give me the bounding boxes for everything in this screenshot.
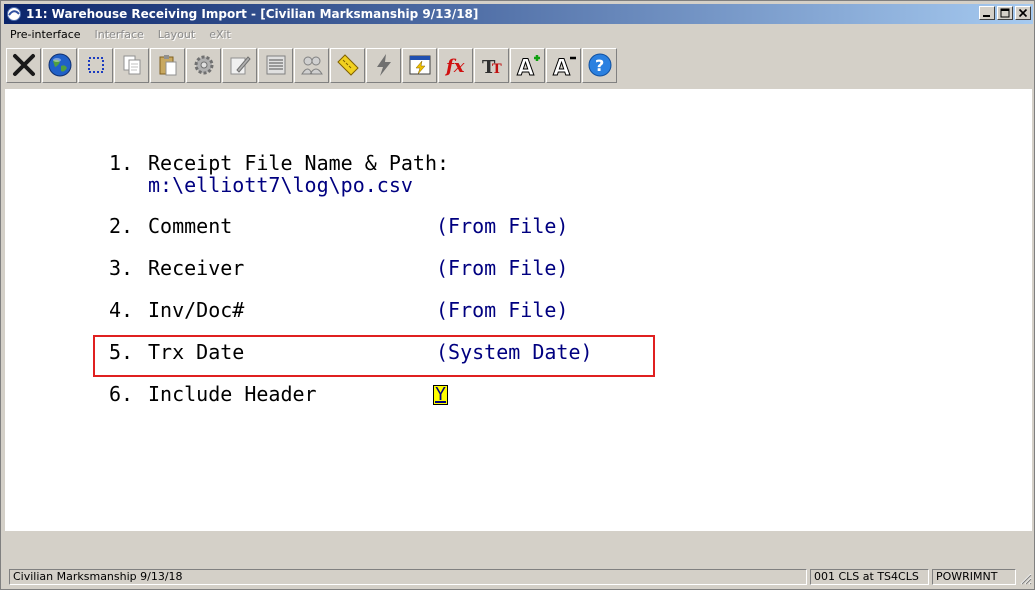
field-3-label: Receiver bbox=[148, 256, 245, 280]
resize-grip-icon[interactable] bbox=[1018, 571, 1032, 585]
field-1-label: Receipt File Name & Path: bbox=[148, 151, 450, 175]
globe-button[interactable] bbox=[42, 47, 77, 83]
include-header-input[interactable]: Y bbox=[433, 385, 448, 405]
close-x-icon bbox=[12, 54, 35, 76]
lightning-icon bbox=[376, 54, 391, 76]
status-program: POWRIMNT bbox=[932, 569, 1016, 585]
font-decrease-button[interactable]: A bbox=[546, 47, 581, 83]
maximize-button[interactable] bbox=[997, 6, 1013, 20]
svg-text:T: T bbox=[492, 62, 502, 77]
window-lightning-button[interactable] bbox=[402, 47, 437, 83]
receiver-value[interactable]: (From File) bbox=[436, 256, 568, 280]
paste-icon bbox=[159, 55, 176, 76]
font-decrease-icon: A bbox=[552, 56, 576, 78]
minimize-icon bbox=[983, 15, 990, 17]
fx-function-icon: fx bbox=[444, 56, 465, 77]
settings-gear-icon bbox=[194, 55, 213, 75]
menu-layout[interactable]: Layout bbox=[158, 28, 195, 41]
font-increase-button[interactable]: A bbox=[510, 47, 545, 83]
svg-text:A: A bbox=[553, 56, 570, 78]
field-3-number: 3. bbox=[109, 256, 134, 280]
svg-text:A: A bbox=[517, 56, 534, 78]
status-session: 001 CLS at TS4CLS bbox=[810, 569, 929, 585]
maximize-icon bbox=[1000, 8, 1010, 18]
list-icon bbox=[266, 55, 285, 75]
close-icon bbox=[1018, 8, 1028, 18]
trx-date-value[interactable]: (System Date) bbox=[436, 340, 593, 364]
field-4-number: 4. bbox=[109, 298, 134, 322]
field-2-label: Comment bbox=[148, 214, 233, 238]
svg-text:?: ? bbox=[595, 56, 604, 75]
text-cursor bbox=[435, 401, 446, 403]
edit-note-icon bbox=[230, 56, 251, 75]
field-6-label: Include Header bbox=[148, 382, 317, 406]
lightning-button[interactable] bbox=[366, 47, 401, 83]
copy-icon bbox=[123, 55, 140, 75]
help-button[interactable]: ? bbox=[582, 47, 617, 83]
field-2-number: 2. bbox=[109, 214, 134, 238]
globe-icon bbox=[48, 53, 71, 77]
inv-doc-value[interactable]: (From File) bbox=[436, 298, 568, 322]
app-icon[interactable] bbox=[6, 6, 22, 22]
close-window-button[interactable] bbox=[1015, 6, 1031, 20]
menu-pre-interface[interactable]: Pre-interface bbox=[10, 28, 81, 41]
copy-button[interactable] bbox=[114, 47, 149, 83]
list-button[interactable] bbox=[258, 47, 293, 83]
minimize-button[interactable] bbox=[979, 6, 995, 20]
select-rect-icon bbox=[87, 57, 104, 73]
help-icon: ? bbox=[588, 53, 611, 77]
text-size-icon: TT bbox=[482, 57, 502, 78]
function-button[interactable]: fx bbox=[438, 47, 473, 83]
title-bar[interactable]: 11: Warehouse Receiving Import - [Civili… bbox=[4, 4, 1033, 24]
svg-text:fx: fx bbox=[444, 56, 465, 77]
form-area: 1. Receipt File Name & Path: m:\elliott7… bbox=[5, 89, 1032, 531]
users-icon bbox=[300, 56, 323, 75]
comment-value[interactable]: (From File) bbox=[436, 214, 568, 238]
users-button[interactable] bbox=[294, 47, 329, 83]
status-company: Civilian Marksmanship 9/13/18 bbox=[9, 569, 807, 585]
select-rect-button[interactable] bbox=[78, 47, 113, 83]
text-size-button[interactable]: TT bbox=[474, 47, 509, 83]
receipt-path-value[interactable]: m:\elliott7\log\po.csv bbox=[148, 173, 413, 197]
menu-interface[interactable]: Interface bbox=[95, 28, 144, 41]
window-title: 11: Warehouse Receiving Import - [Civili… bbox=[26, 7, 479, 21]
field-1-number: 1. bbox=[109, 151, 134, 175]
paste-button[interactable] bbox=[150, 47, 185, 83]
menu-exit[interactable]: eXit bbox=[209, 28, 231, 41]
bottom-panel bbox=[5, 531, 1032, 566]
close-x-button[interactable] bbox=[6, 47, 41, 83]
app-window: 11: Warehouse Receiving Import - [Civili… bbox=[0, 0, 1035, 590]
toolbar: fx TT A A ? bbox=[4, 45, 1033, 85]
field-6-number: 6. bbox=[109, 382, 134, 406]
ruler-icon bbox=[336, 54, 359, 76]
edit-note-button[interactable] bbox=[222, 47, 257, 83]
settings-button[interactable] bbox=[186, 47, 221, 83]
field-4-label: Inv/Doc# bbox=[148, 298, 245, 322]
font-increase-icon: A bbox=[516, 55, 540, 78]
ruler-button[interactable] bbox=[330, 47, 365, 83]
field-5-number: 5. bbox=[109, 340, 134, 364]
field-5-label: Trx Date bbox=[148, 340, 245, 364]
menu-bar: Pre-interface Interface Layout eXit bbox=[4, 25, 1033, 44]
status-bar: Civilian Marksmanship 9/13/18 001 CLS at… bbox=[4, 567, 1033, 587]
window-lightning-icon bbox=[409, 55, 430, 75]
